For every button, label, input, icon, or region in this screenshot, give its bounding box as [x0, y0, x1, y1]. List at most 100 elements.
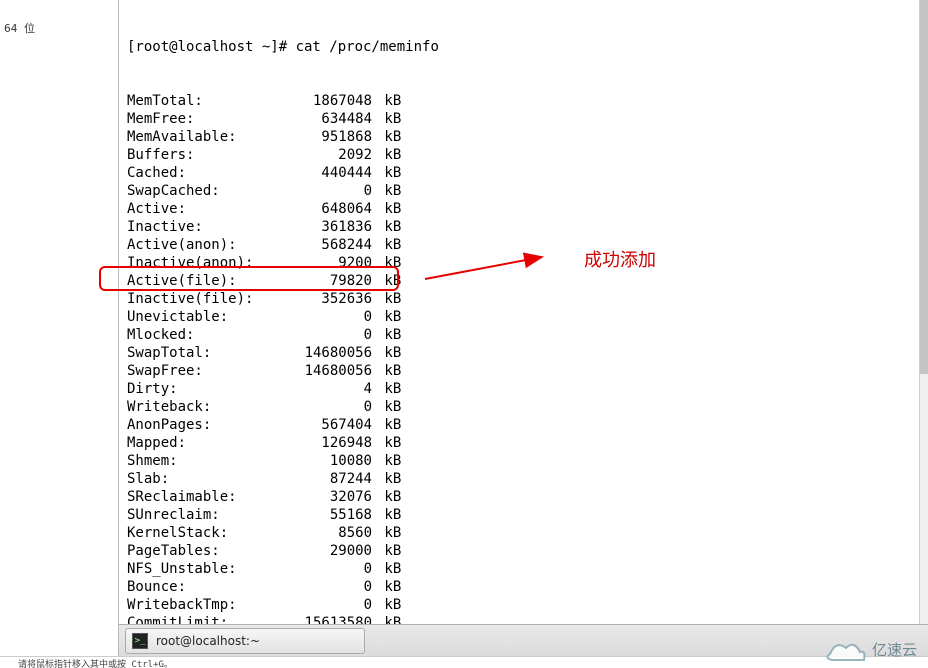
meminfo-label: Active(anon): [127, 236, 267, 254]
meminfo-row: Dirty:4 kB [127, 380, 920, 398]
meminfo-unit: kB [376, 326, 401, 344]
meminfo-label: Buffers: [127, 146, 267, 164]
meminfo-unit: kB [376, 308, 401, 326]
meminfo-row: SUnreclaim:55168 kB [127, 506, 920, 524]
meminfo-label: Mlocked: [127, 326, 267, 344]
meminfo-value: 126948 [267, 434, 372, 452]
meminfo-row: Inactive(file):352636 kB [127, 290, 920, 308]
vertical-scrollbar[interactable] [919, 0, 928, 624]
meminfo-value: 0 [267, 596, 372, 614]
meminfo-unit: kB [376, 92, 401, 110]
meminfo-label: Writeback: [127, 398, 267, 416]
meminfo-unit: kB [376, 344, 401, 362]
meminfo-unit: kB [376, 614, 401, 624]
svg-text:亿速云: 亿速云 [872, 642, 917, 659]
meminfo-value: 0 [267, 398, 372, 416]
meminfo-value: 32076 [267, 488, 372, 506]
meminfo-label: SwapTotal: [127, 344, 267, 362]
meminfo-label: MemTotal: [127, 92, 267, 110]
meminfo-row: MemTotal:1867048 kB [127, 92, 920, 110]
meminfo-unit: kB [376, 128, 401, 146]
meminfo-label: Inactive(file): [127, 290, 267, 308]
meminfo-unit: kB [376, 452, 401, 470]
meminfo-unit: kB [376, 146, 401, 164]
meminfo-unit: kB [376, 236, 401, 254]
meminfo-value: 29000 [267, 542, 372, 560]
meminfo-label: MemFree: [127, 110, 267, 128]
meminfo-row: WritebackTmp:0 kB [127, 596, 920, 614]
meminfo-value: 14680056 [267, 344, 372, 362]
terminal-output: [root@localhost ~]# cat /proc/meminfo Me… [119, 0, 928, 624]
meminfo-row: Shmem:10080 kB [127, 452, 920, 470]
meminfo-value: 440444 [267, 164, 372, 182]
terminal-icon: >_ [132, 633, 148, 649]
meminfo-unit: kB [376, 362, 401, 380]
meminfo-value: 0 [267, 326, 372, 344]
meminfo-row: Writeback:0 kB [127, 398, 920, 416]
meminfo-value: 9200 [267, 254, 372, 272]
meminfo-row: MemAvailable:951868 kB [127, 128, 920, 146]
meminfo-row: Active:648064 kB [127, 200, 920, 218]
shell-prompt: [root@localhost ~]# [127, 39, 296, 55]
meminfo-label: NFS_Unstable: [127, 560, 267, 578]
meminfo-label: Dirty: [127, 380, 267, 398]
meminfo-label: Inactive(anon): [127, 254, 267, 272]
prompt-line: [root@localhost ~]# cat /proc/meminfo [127, 38, 920, 56]
meminfo-unit: kB [376, 560, 401, 578]
meminfo-label: Slab: [127, 470, 267, 488]
meminfo-label: Inactive: [127, 218, 267, 236]
taskbar-item-label: root@localhost:~ [156, 634, 260, 648]
meminfo-row: SReclaimable:32076 kB [127, 488, 920, 506]
terminal-window[interactable]: [root@localhost ~]# cat /proc/meminfo Me… [118, 0, 928, 624]
meminfo-unit: kB [376, 398, 401, 416]
meminfo-row: Bounce:0 kB [127, 578, 920, 596]
meminfo-unit: kB [376, 506, 401, 524]
meminfo-row: SwapCached:0 kB [127, 182, 920, 200]
meminfo-row: Active(anon):568244 kB [127, 236, 920, 254]
meminfo-row: SwapFree:14680056 kB [127, 362, 920, 380]
meminfo-unit: kB [376, 182, 401, 200]
meminfo-label: Unevictable: [127, 308, 267, 326]
meminfo-unit: kB [376, 110, 401, 128]
meminfo-unit: kB [376, 164, 401, 182]
scrollbar-thumb[interactable] [920, 0, 928, 374]
meminfo-value: 648064 [267, 200, 372, 218]
meminfo-unit: kB [376, 200, 401, 218]
meminfo-value: 568244 [267, 236, 372, 254]
meminfo-value: 634484 [267, 110, 372, 128]
meminfo-label: MemAvailable: [127, 128, 267, 146]
meminfo-unit: kB [376, 542, 401, 560]
meminfo-unit: kB [376, 254, 401, 272]
meminfo-value: 8560 [267, 524, 372, 542]
meminfo-row: MemFree:634484 kB [127, 110, 920, 128]
meminfo-value: 55168 [267, 506, 372, 524]
meminfo-value: 0 [267, 308, 372, 326]
meminfo-unit: kB [376, 380, 401, 398]
sidebar-bits-label: 64 位 [0, 20, 35, 36]
meminfo-unit: kB [376, 272, 401, 290]
taskbar-window-button[interactable]: >_ root@localhost:~ [125, 628, 365, 654]
meminfo-value: 1867048 [267, 92, 372, 110]
meminfo-row: AnonPages:567404 kB [127, 416, 920, 434]
meminfo-unit: kB [376, 416, 401, 434]
meminfo-value: 14680056 [267, 362, 372, 380]
meminfo-value: 79820 [267, 272, 372, 290]
meminfo-unit: kB [376, 218, 401, 236]
meminfo-row: Cached:440444 kB [127, 164, 920, 182]
meminfo-value: 951868 [267, 128, 372, 146]
meminfo-label: Bounce: [127, 578, 267, 596]
meminfo-value: 10080 [267, 452, 372, 470]
meminfo-row: Inactive(anon):9200 kB [127, 254, 920, 272]
meminfo-label: SwapFree: [127, 362, 267, 380]
meminfo-row: PageTables:29000 kB [127, 542, 920, 560]
meminfo-unit: kB [376, 578, 401, 596]
meminfo-label: WritebackTmp: [127, 596, 267, 614]
meminfo-label: SwapCached: [127, 182, 267, 200]
meminfo-row: Slab:87244 kB [127, 470, 920, 488]
meminfo-label: Shmem: [127, 452, 267, 470]
status-hint: 请将鼠标指针移入其中或按 Ctrl+G。 [0, 656, 928, 668]
taskbar: >_ root@localhost:~ [118, 624, 928, 656]
meminfo-row: Buffers:2092 kB [127, 146, 920, 164]
meminfo-value: 567404 [267, 416, 372, 434]
meminfo-unit: kB [376, 488, 401, 506]
